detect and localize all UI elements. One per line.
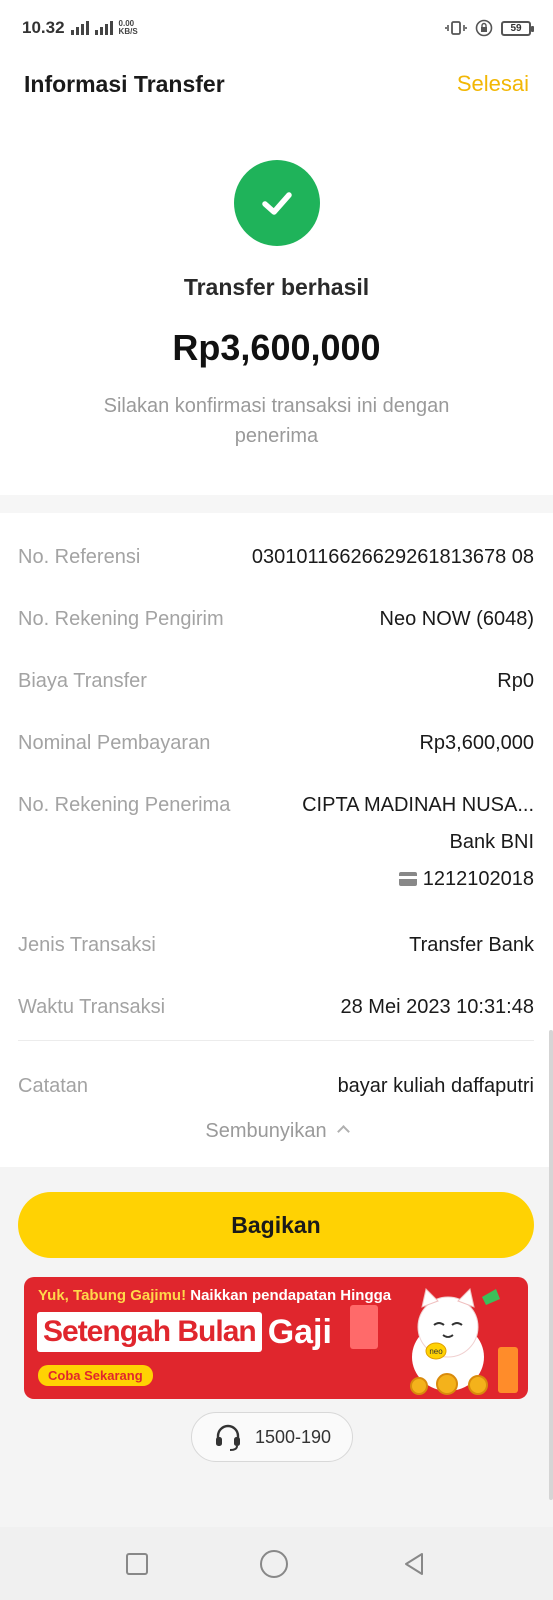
home-button[interactable]	[260, 1549, 289, 1578]
banner-headline-tail: Gaji	[267, 1313, 332, 1351]
detail-row-nominal: Nominal Pembayaran Rp3,600,000	[18, 706, 534, 768]
transfer-details: No. Referensi 03010116626629261813678 08…	[18, 520, 534, 1113]
coin-icon	[410, 1377, 428, 1395]
signal-icon	[70, 21, 89, 35]
bottom-section: Bagikan Yuk, Tabung Gajimu! Naikkan pend…	[0, 1167, 553, 1527]
chevron-up-icon	[336, 1125, 350, 1138]
recipient-name: CIPTA MADINAH NUSA...	[302, 794, 534, 816]
banner-tagline-rest: Naikkan pendapatan Hingga	[190, 1287, 392, 1304]
checkmark-icon	[233, 160, 320, 246]
nominal-label: Nominal Pembayaran	[18, 732, 211, 754]
chart-bars-illustration	[498, 1347, 518, 1393]
note-value: bayar kuliah daffaputri	[337, 1075, 534, 1097]
banner-tagline-highlight: Yuk, Tabung Gajimu!	[38, 1287, 187, 1304]
banner-tagline: Yuk, Tabung Gajimu! Naikkan pendapatan H…	[38, 1287, 391, 1304]
signal-icon-2	[94, 21, 113, 35]
type-label: Jenis Transaksi	[18, 934, 156, 956]
vibrate-icon	[445, 21, 467, 35]
nominal-value: Rp3,600,000	[419, 732, 534, 754]
mascot-badge: neo	[429, 1347, 443, 1356]
recipient-account: 1212102018	[398, 868, 534, 891]
hotline-button[interactable]: 1500-190	[191, 1412, 353, 1462]
detail-row-recipient: No. Rekening Penerima CIPTA MADINAH NUSA…	[18, 768, 534, 908]
detail-row-type: Jenis Transaksi Transfer Bank	[18, 908, 534, 970]
system-navigation-bar	[0, 1527, 553, 1600]
sender-value: Neo NOW (6048)	[379, 608, 535, 630]
type-value: Transfer Bank	[409, 934, 534, 956]
banner-headline-box: Setengah Bulan	[37, 1312, 262, 1352]
banner-cta-button[interactable]: Coba Sekarang	[38, 1365, 153, 1386]
network-speed: 0.00 KB/S	[119, 20, 138, 36]
fee-value: Rp0	[497, 670, 534, 692]
hide-details-toggle[interactable]: Sembunyikan	[0, 1120, 553, 1143]
page-title: Informasi Transfer	[24, 70, 225, 97]
calendar-illustration	[350, 1305, 378, 1349]
headset-icon	[215, 1424, 240, 1451]
detail-row-time: Waktu Transaksi 28 Mei 2023 10:31:48	[18, 970, 534, 1032]
lock-rotation-icon	[475, 19, 493, 37]
detail-row-note: Catatan bayar kuliah daffaputri	[18, 1041, 534, 1113]
detail-row-sender: No. Rekening Pengirim Neo NOW (6048)	[18, 582, 534, 644]
transfer-result: Transfer berhasil Rp3,600,000 Silakan ko…	[0, 160, 553, 451]
status-right: 59	[445, 19, 534, 37]
hotline-number: 1500-190	[254, 1426, 332, 1447]
reference-label: No. Referensi	[18, 546, 141, 568]
card-icon	[398, 872, 417, 886]
recipient-label: No. Rekening Penerima	[18, 794, 231, 816]
note-label: Catatan	[18, 1075, 89, 1097]
share-button[interactable]: Bagikan	[18, 1192, 534, 1258]
banner-headline: Setengah Bulan Gaji	[37, 1312, 332, 1352]
detail-row-fee: Biaya Transfer Rp0	[18, 644, 534, 706]
time-label: Waktu Transaksi	[18, 996, 166, 1018]
status-time: 10.32	[22, 18, 65, 37]
result-subtitle: Silakan konfirmasi transaksi ini dengan …	[103, 395, 450, 447]
status-left: 10.32 0.00 KB/S	[22, 18, 138, 38]
time-value: 28 Mei 2023 10:31:48	[340, 996, 535, 1018]
transfer-amount: Rp3,600,000	[172, 327, 381, 368]
result-title: Transfer berhasil	[183, 274, 370, 300]
recipient-bank: Bank BNI	[449, 831, 534, 853]
back-button[interactable]	[401, 1551, 427, 1577]
recipient-account-number: 1212102018	[422, 868, 534, 890]
scrollbar[interactable]	[549, 1030, 553, 1500]
section-divider	[0, 495, 553, 513]
top-app-bar: Informasi Transfer Selesai	[0, 60, 553, 108]
battery-icon: 59	[501, 20, 534, 36]
coin-icon	[436, 1373, 458, 1395]
sender-label: No. Rekening Pengirim	[18, 608, 224, 630]
promo-banner[interactable]: Yuk, Tabung Gajimu! Naikkan pendapatan H…	[24, 1277, 528, 1399]
reference-value: 03010116626629261813678 08	[251, 546, 534, 568]
status-bar: 10.32 0.00 KB/S 59	[0, 0, 553, 56]
network-speed-unit: KB/S	[118, 27, 138, 36]
detail-row-reference: No. Referensi 03010116626629261813678 08	[18, 520, 534, 582]
coin-icon	[468, 1375, 488, 1395]
fee-label: Biaya Transfer	[18, 670, 147, 692]
done-button[interactable]: Selesai	[457, 71, 529, 97]
recipient-values: CIPTA MADINAH NUSA... Bank BNI 121210201…	[302, 794, 534, 891]
recent-apps-button[interactable]	[126, 1552, 149, 1575]
hide-details-label: Sembunyikan	[205, 1120, 327, 1142]
